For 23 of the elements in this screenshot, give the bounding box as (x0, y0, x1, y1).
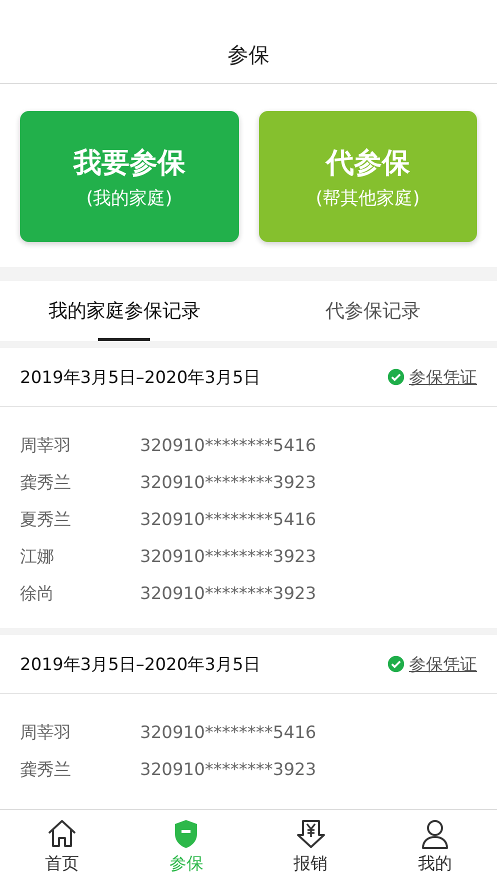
member-id: 320910********5416 (140, 722, 316, 742)
record-period: 2019年3月5日–2020年3月5日 (20, 366, 262, 388)
member-name: 周莘羽 (20, 435, 72, 457)
member-name: 龚秀兰 (20, 759, 72, 781)
voucher-link[interactable]: 参保凭证 (409, 366, 477, 388)
member-name: 江娜 (20, 546, 55, 568)
member-name: 徐尚 (20, 583, 55, 605)
record-period: 2019年3月5日–2020年3月5日 (20, 654, 262, 676)
check-icon (387, 655, 405, 673)
receipt-icon (294, 818, 327, 850)
member-id: 320910********5416 (140, 436, 316, 456)
voucher-link[interactable]: 参保凭证 (409, 652, 477, 676)
member-id: 320910********3923 (140, 584, 316, 604)
home-icon (46, 818, 78, 850)
member-id: 320910********5416 (140, 510, 316, 530)
member-id: 320910********3923 (140, 472, 316, 492)
member-id: 320910********3923 (140, 546, 316, 566)
member-id: 320910********3923 (140, 760, 316, 780)
member-name: 夏秀兰 (20, 509, 72, 531)
check-icon (387, 368, 405, 386)
member-name: 周莘羽 (20, 722, 72, 744)
member-name: 龚秀兰 (20, 472, 72, 494)
page-title: 参保 (228, 42, 270, 69)
